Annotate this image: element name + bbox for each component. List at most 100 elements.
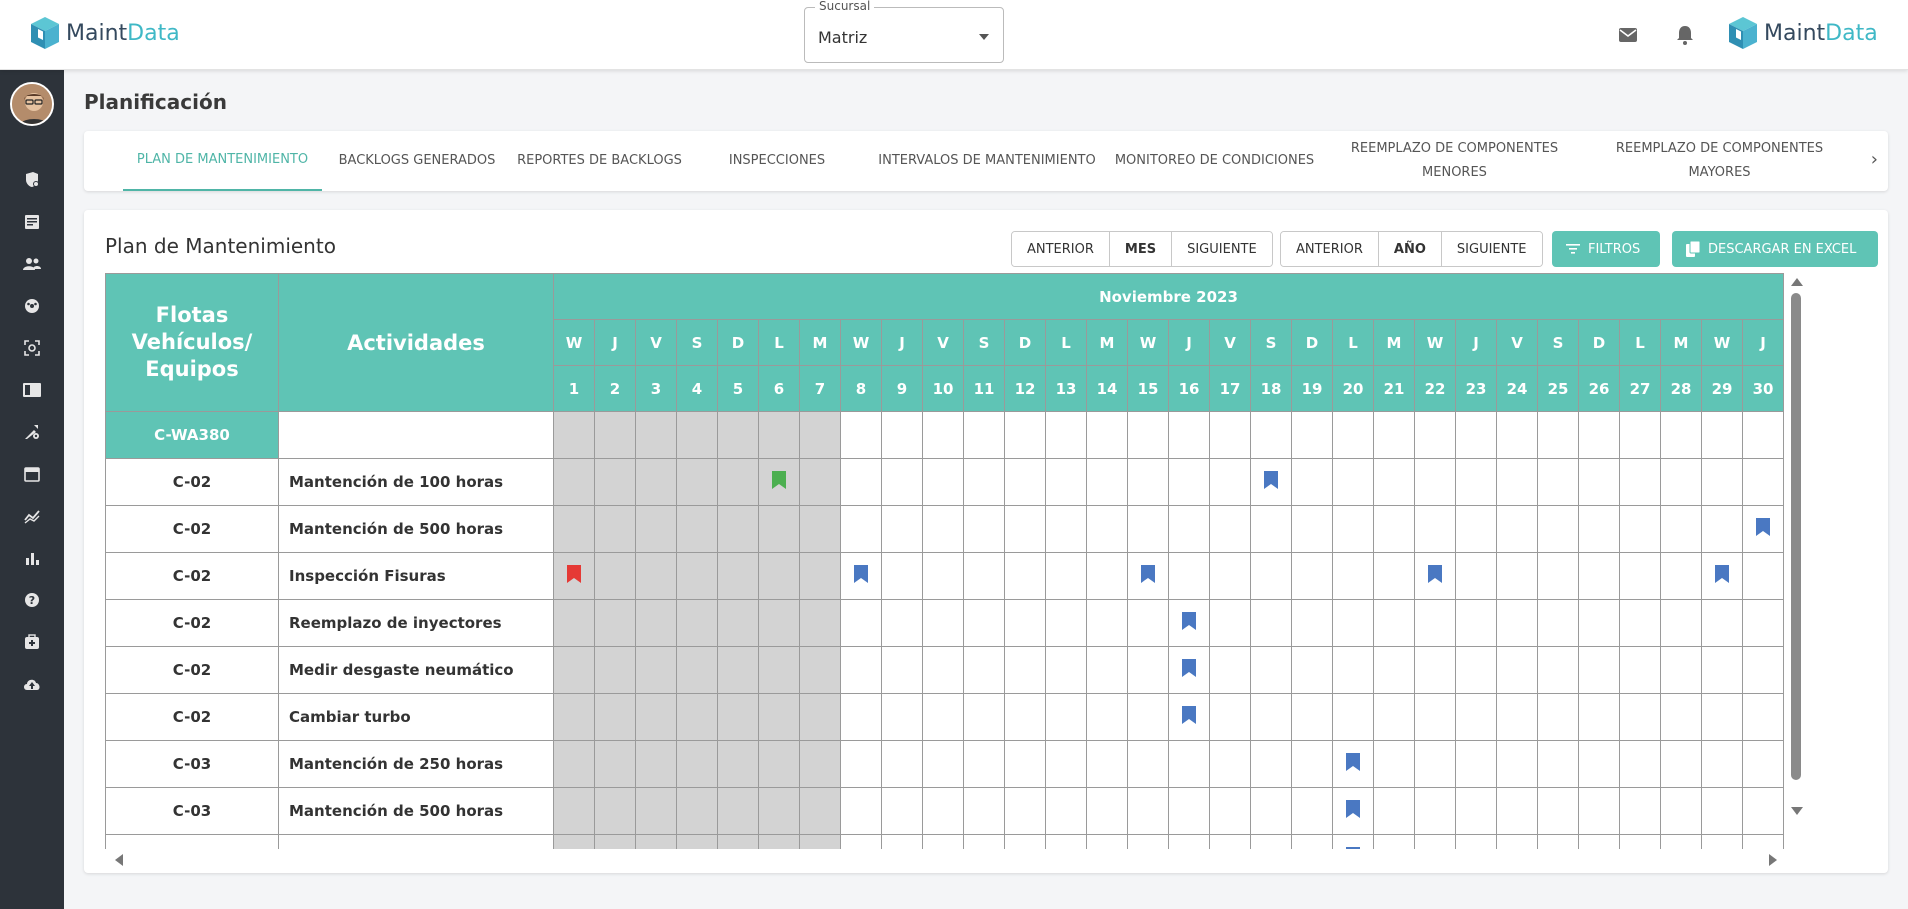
day-cell[interactable] [594, 834, 636, 849]
day-cell[interactable] [758, 834, 800, 849]
day-cell[interactable] [1004, 646, 1046, 694]
day-cell[interactable] [963, 646, 1005, 694]
day-cell[interactable] [1045, 740, 1087, 788]
day-cell[interactable] [1250, 599, 1292, 647]
day-cell[interactable] [717, 787, 759, 835]
day-cell[interactable] [717, 411, 759, 459]
day-cell[interactable] [1742, 458, 1784, 506]
bookmark-icon[interactable] [854, 565, 868, 583]
day-cell[interactable] [922, 552, 964, 600]
day-cell[interactable] [1496, 505, 1538, 553]
day-cell[interactable] [1455, 599, 1497, 647]
day-cell[interactable] [758, 458, 800, 506]
download-excel-button[interactable]: DESCARGAR EN EXCEL [1672, 231, 1878, 267]
day-cell[interactable] [594, 740, 636, 788]
day-cell[interactable] [717, 599, 759, 647]
day-cell[interactable] [799, 458, 841, 506]
day-cell[interactable] [676, 505, 718, 553]
bookmark-icon[interactable] [1182, 706, 1196, 724]
day-cell[interactable] [1332, 834, 1374, 849]
day-cell[interactable] [1660, 505, 1702, 553]
day-cell[interactable] [1045, 834, 1087, 849]
day-cell[interactable] [1127, 646, 1169, 694]
day-cell[interactable] [635, 599, 677, 647]
day-cell[interactable] [1250, 646, 1292, 694]
day-cell[interactable] [1086, 834, 1128, 849]
shield-gear-icon[interactable] [22, 170, 42, 190]
day-cell[interactable] [1701, 834, 1743, 849]
day-cell[interactable] [799, 646, 841, 694]
day-cell[interactable] [1578, 505, 1620, 553]
day-cell[interactable] [717, 740, 759, 788]
trend-icon[interactable] [22, 506, 42, 526]
bookmark-icon[interactable] [1756, 518, 1770, 536]
tab-inspecciones[interactable]: INSPECCIONES [687, 131, 867, 191]
day-cell[interactable] [922, 834, 964, 849]
day-cell[interactable] [1127, 693, 1169, 741]
day-cell[interactable] [1168, 458, 1210, 506]
day-cell[interactable] [1168, 505, 1210, 553]
scroll-left-icon[interactable] [115, 854, 123, 866]
day-cell[interactable] [1086, 693, 1128, 741]
day-cell[interactable] [1086, 599, 1128, 647]
filters-button[interactable]: FILTROS [1552, 231, 1660, 267]
day-cell[interactable] [881, 599, 923, 647]
day-cell[interactable] [635, 834, 677, 849]
day-cell[interactable] [881, 646, 923, 694]
day-cell[interactable] [1373, 599, 1415, 647]
day-cell[interactable] [635, 787, 677, 835]
bookmark-icon[interactable] [1715, 565, 1729, 583]
users-icon[interactable] [22, 254, 42, 274]
day-cell[interactable] [1373, 693, 1415, 741]
day-cell[interactable] [881, 552, 923, 600]
tab-componentes-mayores[interactable]: REEMPLAZO DE COMPONENTES MAYORES [1587, 131, 1852, 191]
day-cell[interactable] [1373, 458, 1415, 506]
day-cell[interactable] [799, 740, 841, 788]
day-cell[interactable] [799, 411, 841, 459]
day-cell[interactable] [922, 693, 964, 741]
day-cell[interactable] [1086, 458, 1128, 506]
day-cell[interactable] [1537, 411, 1579, 459]
day-cell[interactable] [1414, 552, 1456, 600]
day-cell[interactable] [881, 693, 923, 741]
horizontal-scrollbar[interactable] [105, 852, 1785, 868]
bookmark-icon[interactable] [567, 565, 581, 583]
day-cell[interactable] [922, 646, 964, 694]
vertical-scrollbar[interactable] [1788, 273, 1804, 833]
day-cell[interactable] [1209, 458, 1251, 506]
year-next-button[interactable]: SIGUIENTE [1441, 232, 1542, 266]
mail-icon[interactable] [1617, 24, 1639, 46]
day-cell[interactable] [594, 787, 636, 835]
cloud-upload-icon[interactable] [22, 674, 42, 694]
day-cell[interactable] [1414, 599, 1456, 647]
day-cell[interactable] [1373, 787, 1415, 835]
day-cell[interactable] [635, 693, 677, 741]
day-cell[interactable] [1496, 834, 1538, 849]
chevron-right-icon[interactable]: › [1871, 149, 1878, 170]
day-cell[interactable] [1455, 552, 1497, 600]
day-cell[interactable] [1414, 693, 1456, 741]
day-cell[interactable] [1455, 787, 1497, 835]
day-cell[interactable] [1045, 411, 1087, 459]
day-cell[interactable] [717, 646, 759, 694]
day-cell[interactable] [1660, 552, 1702, 600]
day-cell[interactable] [1537, 458, 1579, 506]
day-cell[interactable] [1291, 411, 1333, 459]
day-cell[interactable] [1168, 646, 1210, 694]
day-cell[interactable] [1045, 693, 1087, 741]
day-cell[interactable] [1086, 552, 1128, 600]
day-cell[interactable] [758, 505, 800, 553]
day-cell[interactable] [1168, 834, 1210, 849]
day-cell[interactable] [1414, 646, 1456, 694]
day-cell[interactable] [1209, 740, 1251, 788]
day-cell[interactable] [1496, 693, 1538, 741]
day-cell[interactable] [1127, 458, 1169, 506]
day-cell[interactable] [840, 693, 882, 741]
month-button[interactable]: MES [1109, 232, 1173, 266]
day-cell[interactable] [1742, 411, 1784, 459]
day-cell[interactable] [1701, 693, 1743, 741]
day-cell[interactable] [1414, 740, 1456, 788]
day-cell[interactable] [758, 787, 800, 835]
day-cell[interactable] [1619, 693, 1661, 741]
day-cell[interactable] [1004, 787, 1046, 835]
